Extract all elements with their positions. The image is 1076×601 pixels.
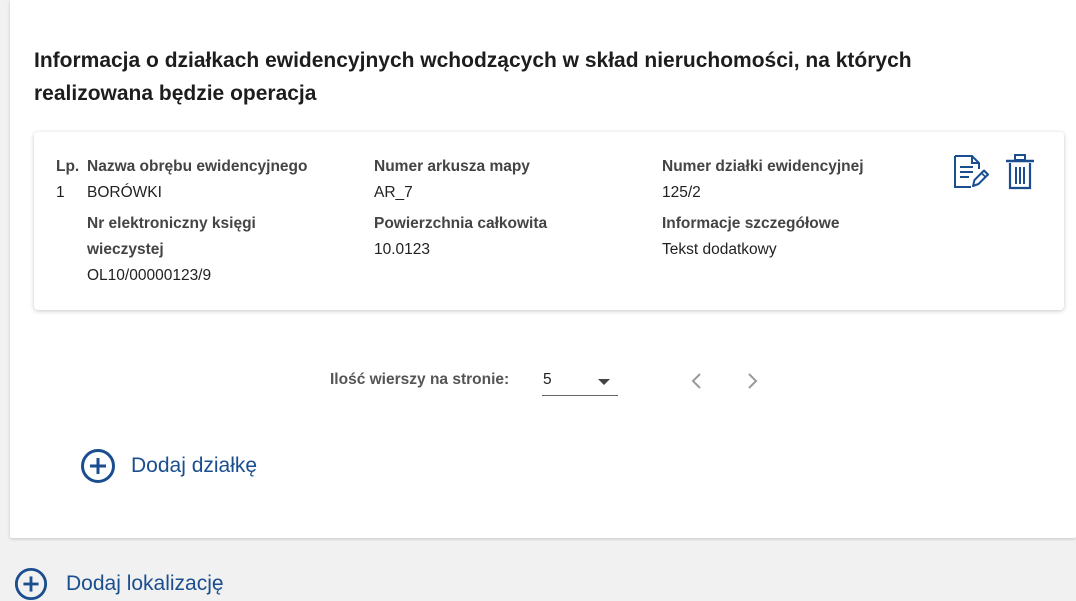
dzialka-value: 125/2 bbox=[662, 184, 701, 201]
add-plot-button[interactable]: Dodaj działkę bbox=[80, 448, 257, 484]
pagination: Ilość wierszy na stronie: 5 bbox=[330, 365, 790, 397]
arkusz-value: AR_7 bbox=[374, 184, 413, 201]
obreb-label: Nazwa obrębu ewidencyjnego bbox=[87, 158, 308, 175]
powierzchnia-value: 10.0123 bbox=[374, 241, 431, 258]
ksiega-value: OL10/00000123/9 bbox=[87, 267, 212, 284]
plot-record-card: Lp. 1 Nazwa obrębu ewidencyjnego BORÓWKI… bbox=[34, 132, 1064, 310]
rows-per-page-select[interactable]: 5 bbox=[542, 367, 618, 396]
next-page-button[interactable] bbox=[738, 367, 766, 395]
chevron-left-icon bbox=[691, 373, 701, 389]
caret-down-icon bbox=[598, 379, 610, 385]
trash-icon bbox=[1006, 154, 1034, 190]
prev-page-button[interactable] bbox=[683, 367, 711, 395]
plus-circle-icon bbox=[14, 567, 48, 601]
dzialka-label: Numer działki ewidencyjnej bbox=[662, 158, 864, 175]
obreb-value: BORÓWKI bbox=[87, 184, 162, 201]
rows-per-page-value: 5 bbox=[543, 371, 552, 388]
rows-per-page-label: Ilość wierszy na stronie: bbox=[330, 371, 510, 388]
arkusz-label: Numer arkusza mapy bbox=[374, 158, 530, 175]
add-location-button[interactable]: Dodaj lokalizację bbox=[14, 567, 224, 601]
plots-panel: Informacja o działkach ewidencyjnych wch… bbox=[10, 0, 1076, 538]
add-plot-label: Dodaj działkę bbox=[131, 454, 258, 477]
ksiega-label: Nr elektroniczny księgi wieczystej bbox=[87, 215, 256, 258]
lp-label: Lp. bbox=[56, 158, 80, 175]
edit-document-icon bbox=[954, 155, 989, 188]
informacje-label: Informacje szczegółowe bbox=[662, 215, 840, 232]
delete-button[interactable] bbox=[1002, 152, 1038, 192]
informacje-value: Tekst dodatkowy bbox=[662, 241, 777, 258]
lp-value: 1 bbox=[56, 184, 65, 201]
powierzchnia-label: Powierzchnia całkowita bbox=[374, 215, 548, 232]
add-location-label: Dodaj lokalizację bbox=[66, 572, 224, 595]
chevron-right-icon bbox=[748, 373, 758, 389]
section-title: Informacja o działkach ewidencyjnych wch… bbox=[34, 49, 912, 105]
plus-circle-icon bbox=[81, 449, 115, 483]
edit-button[interactable] bbox=[949, 152, 989, 192]
